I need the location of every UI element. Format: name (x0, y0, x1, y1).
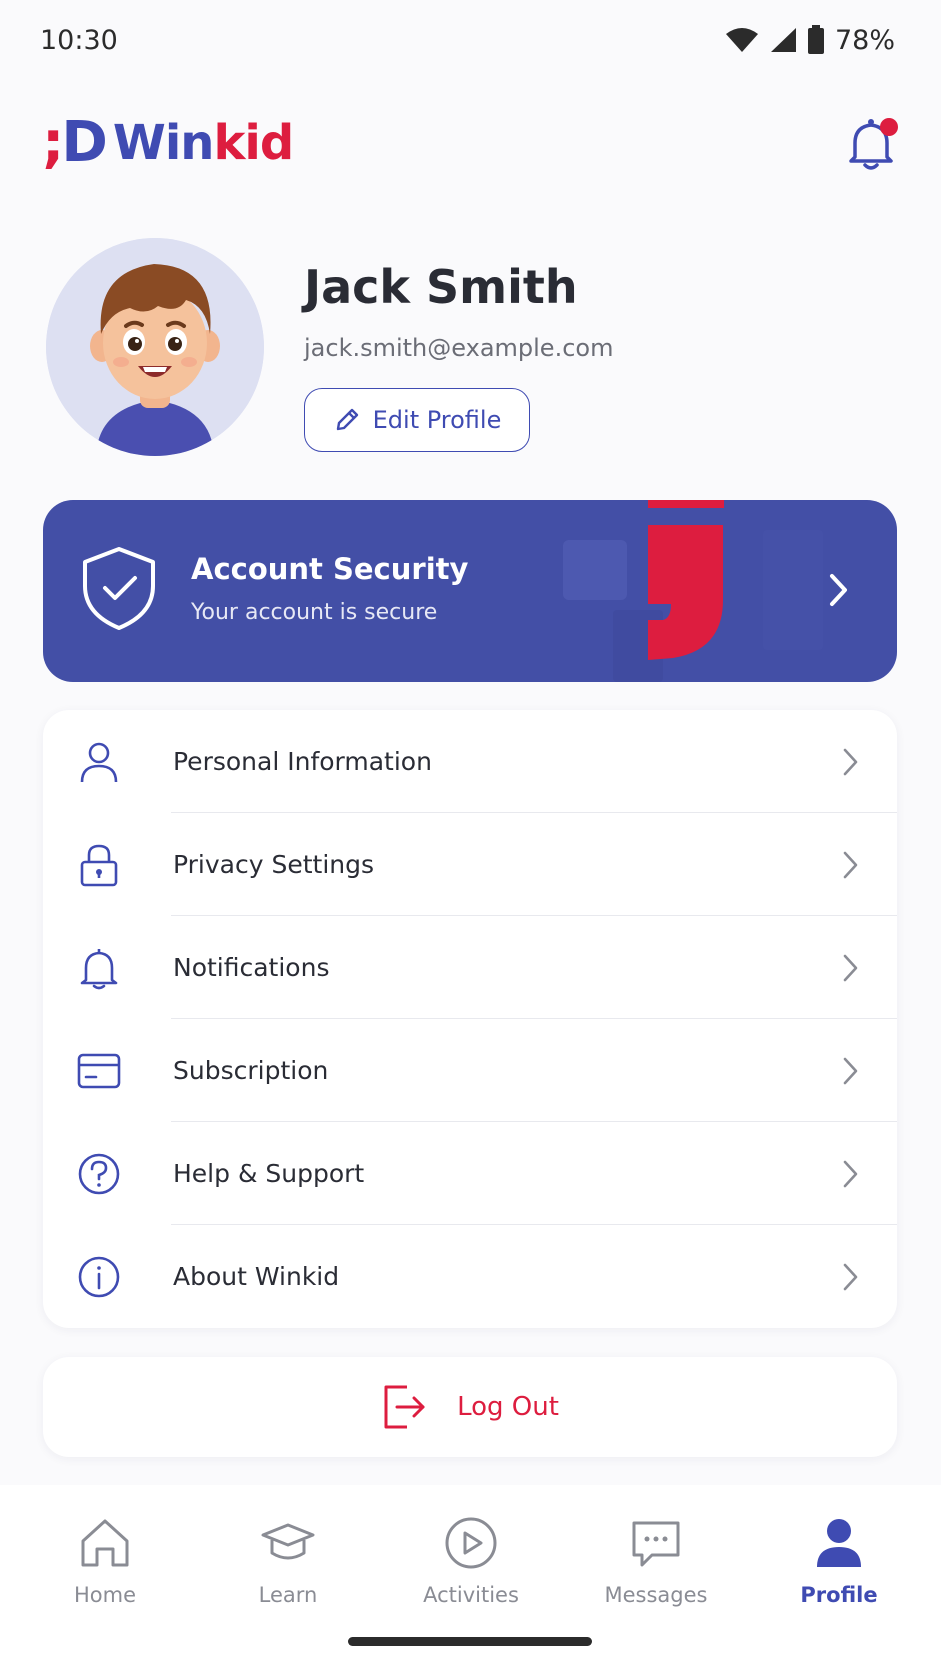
nav-messages[interactable]: Messages (586, 1515, 726, 1615)
chevron-right-icon (830, 574, 847, 606)
lock-icon (80, 844, 118, 887)
nav-home[interactable]: Home (35, 1515, 175, 1615)
nav-profile[interactable]: Profile (769, 1515, 909, 1615)
question-icon (78, 1153, 120, 1195)
winkid-logo: ;D Winkid (42, 109, 294, 175)
menu-item-label: Notifications (173, 953, 330, 982)
person-icon (80, 742, 118, 783)
avatar-illustration (46, 238, 264, 456)
bell-icon (80, 949, 118, 990)
logo-wordmark: Winkid (112, 114, 294, 171)
logout-label: Log Out (457, 1392, 559, 1422)
security-title: Account Security (191, 552, 469, 586)
nav-label: Learn (258, 1583, 318, 1607)
chevron-right-icon (843, 748, 858, 776)
menu-item-subscription[interactable]: Subscription (43, 1019, 897, 1122)
battery-percentage: 78% (834, 24, 895, 56)
nav-learn[interactable]: Learn (218, 1515, 358, 1615)
card-icon (77, 1053, 121, 1089)
nav-label: Messages (604, 1583, 708, 1607)
status-icons: 78% (725, 25, 895, 56)
play-icon (445, 1517, 497, 1569)
chat-icon (632, 1521, 680, 1567)
home-icon (81, 1519, 129, 1567)
menu-item-notifications[interactable]: Notifications (43, 916, 897, 1019)
edit-profile-button[interactable]: Edit Profile (304, 388, 530, 452)
brand-decoration (563, 500, 823, 682)
pencil-icon (336, 408, 358, 431)
menu-item-label: Subscription (173, 1056, 329, 1085)
menu-item-personal-information[interactable]: Personal Information (43, 710, 897, 813)
menu-item-privacy-settings[interactable]: Privacy Settings (43, 813, 897, 916)
account-security-card[interactable]: Account Security Your account is secure (43, 500, 897, 682)
logout-button[interactable]: Log Out (43, 1357, 897, 1457)
chevron-right-icon (843, 1160, 858, 1188)
chevron-right-icon (843, 954, 858, 982)
edit-profile-label: Edit Profile (372, 406, 502, 434)
chevron-right-icon (843, 851, 858, 879)
shield-check-icon (83, 547, 155, 630)
menu-item-label: Help & Support (173, 1159, 365, 1188)
bell-icon (849, 117, 898, 170)
notifications-bell-button[interactable] (843, 113, 899, 173)
info-icon (78, 1256, 120, 1298)
avatar[interactable] (46, 238, 264, 456)
menu-item-help-support[interactable]: Help & Support (43, 1122, 897, 1225)
wifi-icon (725, 28, 758, 52)
profile-summary: Jack Smith jack.smith@example.com Edit P… (46, 238, 906, 458)
graduation-cap-icon (261, 1523, 315, 1560)
logout-icon (384, 1385, 425, 1429)
profile-name: Jack Smith (304, 260, 578, 314)
nav-label: Home (73, 1583, 136, 1607)
chevron-right-icon (843, 1057, 858, 1085)
nav-activities[interactable]: Activities (401, 1515, 541, 1615)
security-subtitle: Your account is secure (191, 600, 438, 625)
cell-signal-icon (770, 28, 796, 52)
settings-menu: Personal Information Privacy Settings No… (43, 710, 897, 1328)
menu-item-label: Privacy Settings (173, 850, 375, 879)
status-time: 10:30 (40, 24, 118, 56)
battery-icon (807, 25, 824, 54)
nav-label: Profile (800, 1583, 878, 1607)
chevron-right-icon (843, 1263, 858, 1291)
home-indicator[interactable] (348, 1637, 592, 1646)
profile-email: jack.smith@example.com (304, 334, 614, 362)
status-bar: 10:30 78% (0, 0, 941, 80)
logo-mark: ;D (42, 109, 108, 175)
nav-label: Activities (423, 1583, 519, 1607)
app-header: ;D Winkid (0, 100, 941, 185)
menu-item-about-winkid[interactable]: About Winkid (43, 1225, 897, 1328)
menu-item-label: About Winkid (173, 1262, 340, 1291)
profile-icon (817, 1519, 861, 1567)
menu-item-label: Personal Information (173, 747, 432, 776)
